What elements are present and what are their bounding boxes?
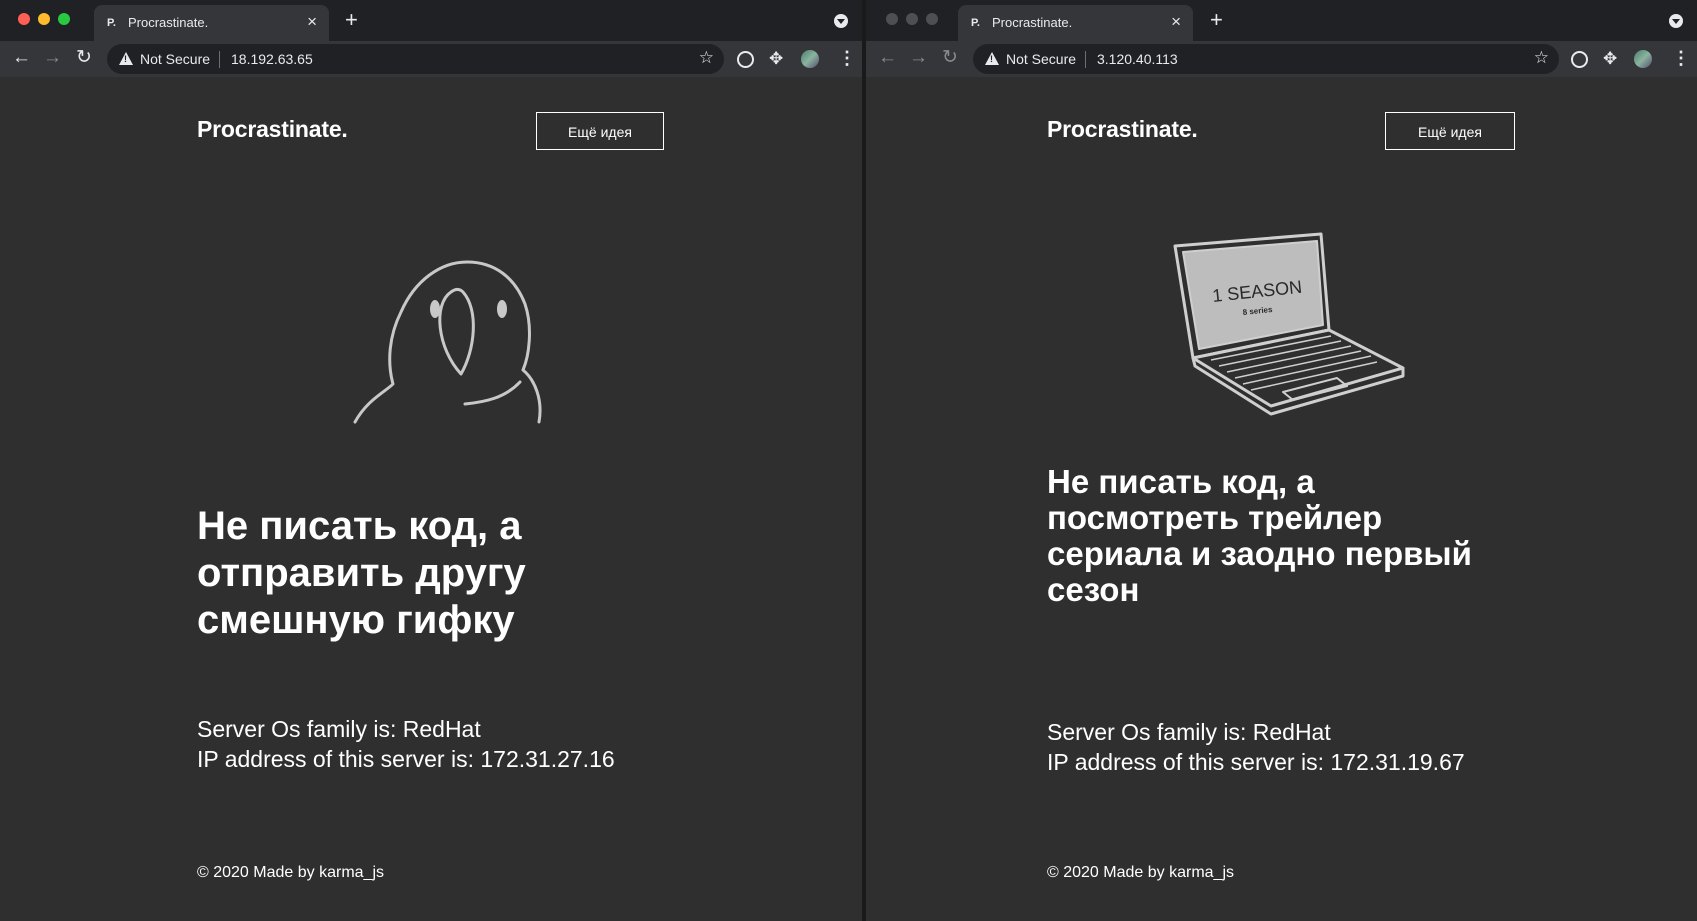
extension-icon[interactable] bbox=[737, 51, 754, 68]
server-ip-line: IP address of this server is: 172.31.19.… bbox=[1047, 749, 1465, 775]
security-label[interactable]: Not Secure bbox=[1006, 51, 1076, 67]
window-zoom-button[interactable] bbox=[58, 13, 70, 25]
server-ip-line: IP address of this server is: 172.31.27.… bbox=[197, 746, 615, 772]
address-divider bbox=[219, 51, 220, 68]
headline-line: посмотреть трейлер bbox=[1047, 499, 1383, 536]
tab-title: Procrastinate. bbox=[128, 15, 209, 30]
reload-icon[interactable]: ↻ bbox=[942, 46, 958, 70]
page-content: Procrastinate. Ещё идея Не писать код, а… bbox=[0, 77, 862, 921]
headline-line: сезон bbox=[1047, 571, 1140, 608]
window-minimize-button[interactable] bbox=[38, 13, 50, 25]
headline-line: смешную гифку bbox=[197, 598, 515, 642]
arrow-left-icon[interactable]: ← bbox=[878, 46, 897, 70]
star-icon[interactable]: ☆ bbox=[1534, 48, 1549, 68]
url-text[interactable]: 18.192.63.65 bbox=[231, 51, 313, 67]
next-idea-button[interactable]: Ещё идея bbox=[536, 112, 664, 150]
puzzle-icon[interactable]: ✥ bbox=[1603, 50, 1617, 68]
puzzle-icon[interactable]: ✥ bbox=[769, 50, 783, 68]
site-logo[interactable]: Procrastinate. bbox=[1047, 116, 1198, 143]
footer-copyright: © 2020 Made by karma_js bbox=[197, 864, 384, 881]
browser-window-right: P. Procrastinate. × + ← → ↻ Not Secure 3… bbox=[866, 0, 1697, 921]
more-menu-icon[interactable]: ⋮ bbox=[1672, 49, 1690, 67]
browser-toolbar: ← → ↻ Not Secure 3.120.40.113 ☆ ✥ ⋮ bbox=[866, 41, 1697, 77]
browser-window-left: P. Procrastinate. × + ← → ↻ Not Secure 1… bbox=[0, 0, 862, 921]
tab-search-icon[interactable] bbox=[1669, 14, 1683, 28]
favicon: P. bbox=[971, 17, 980, 29]
arrow-right-icon[interactable]: → bbox=[909, 46, 928, 70]
headline-line: сериала и заодно первый bbox=[1047, 535, 1472, 572]
close-icon[interactable]: × bbox=[307, 12, 317, 32]
idea-headline: Не писать код, а отправить другу смешную… bbox=[197, 503, 757, 644]
server-os-line: Server Os family is: RedHat bbox=[197, 716, 481, 742]
url-text[interactable]: 3.120.40.113 bbox=[1097, 51, 1178, 67]
arrow-left-icon[interactable]: ← bbox=[12, 46, 31, 70]
parrot-eye-right bbox=[497, 300, 507, 318]
address-bar[interactable]: Not Secure 18.192.63.65 ☆ bbox=[107, 44, 724, 74]
browser-tab[interactable]: P. Procrastinate. × bbox=[958, 5, 1193, 41]
server-info: Server Os family is: RedHat IP address o… bbox=[1047, 717, 1465, 777]
warning-triangle-icon bbox=[119, 52, 133, 65]
idea-headline: Не писать код, а посмотреть трейлер сери… bbox=[1047, 464, 1517, 608]
close-icon[interactable]: × bbox=[1171, 12, 1181, 32]
headline-line: Не писать код, а bbox=[197, 504, 522, 548]
footer-copyright: © 2020 Made by karma_js bbox=[1047, 864, 1234, 881]
arrow-right-icon[interactable]: → bbox=[43, 46, 62, 70]
browser-tab[interactable]: P. Procrastinate. × bbox=[94, 5, 329, 41]
plus-icon[interactable]: + bbox=[1210, 7, 1223, 33]
next-idea-button[interactable]: Ещё идея bbox=[1385, 112, 1515, 150]
server-os-line: Server Os family is: RedHat bbox=[1047, 719, 1331, 745]
window-close-button[interactable] bbox=[886, 13, 898, 25]
tab-strip: P. Procrastinate. × + bbox=[866, 0, 1697, 41]
extension-icon[interactable] bbox=[1571, 51, 1588, 68]
tab-strip: P. Procrastinate. × + bbox=[0, 0, 862, 41]
window-minimize-button[interactable] bbox=[906, 13, 918, 25]
headline-line: отправить другу bbox=[197, 551, 526, 595]
warning-triangle-icon bbox=[985, 52, 999, 65]
parrot-eye-left bbox=[430, 300, 440, 318]
address-bar[interactable]: Not Secure 3.120.40.113 ☆ bbox=[973, 44, 1559, 74]
address-divider bbox=[1085, 51, 1086, 68]
avatar[interactable] bbox=[1634, 50, 1652, 68]
browser-toolbar: ← → ↻ Not Secure 18.192.63.65 ☆ ✥ ⋮ bbox=[0, 41, 862, 77]
server-info: Server Os family is: RedHat IP address o… bbox=[197, 714, 615, 774]
page-content: Procrastinate. Ещё идея 1 SEASON 8 serie… bbox=[866, 77, 1697, 921]
parrot-illustration bbox=[353, 260, 542, 424]
star-icon[interactable]: ☆ bbox=[699, 48, 714, 68]
site-logo[interactable]: Procrastinate. bbox=[197, 116, 348, 143]
headline-line: Не писать код, а bbox=[1047, 463, 1315, 500]
reload-icon[interactable]: ↻ bbox=[76, 46, 92, 70]
window-close-button[interactable] bbox=[18, 13, 30, 25]
plus-icon[interactable]: + bbox=[345, 7, 358, 33]
tab-search-icon[interactable] bbox=[834, 14, 848, 28]
window-zoom-button[interactable] bbox=[926, 13, 938, 25]
favicon: P. bbox=[107, 17, 116, 29]
laptop-illustration: 1 SEASON 8 series bbox=[1173, 232, 1405, 416]
avatar[interactable] bbox=[801, 50, 819, 68]
more-menu-icon[interactable]: ⋮ bbox=[838, 49, 856, 67]
tab-title: Procrastinate. bbox=[992, 15, 1073, 30]
security-label[interactable]: Not Secure bbox=[140, 51, 210, 67]
